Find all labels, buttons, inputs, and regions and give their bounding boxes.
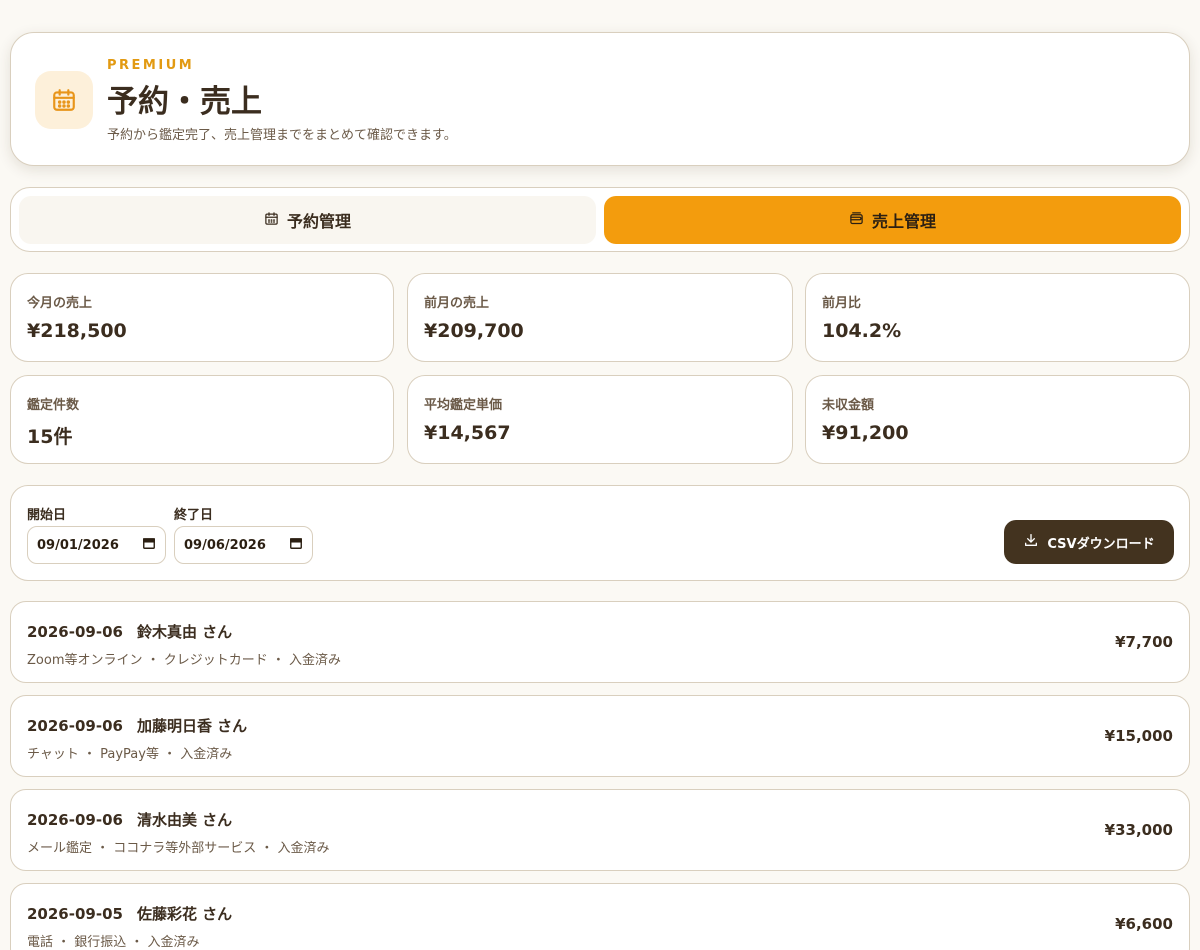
date-filter-panel: 開始日 09/01/2026 終了日 09/06/2026 CSVダウンロード [10, 485, 1190, 581]
stat-value: 15件 [27, 426, 73, 448]
calendar-picker-icon[interactable] [142, 536, 156, 554]
stat-value: ¥209,700 [424, 320, 524, 342]
sales-row-title: 2026-09-05 佐藤彩花 さん [27, 903, 232, 924]
stat-value: ¥14,567 [424, 422, 511, 444]
sales-row[interactable]: 2026-09-06 加藤明日香 さん チャット ・ PayPay等 ・ 入金済み… [10, 695, 1190, 777]
sales-row[interactable]: 2026-09-05 佐藤彩花 さん 電話 ・ 銀行振込 ・ 入金済み ¥6,60… [10, 883, 1190, 950]
sales-row-title: 2026-09-06 鈴木真由 さん [27, 621, 232, 642]
sales-meta: 電話 ・ 銀行振込 ・ 入金済み [27, 935, 200, 950]
stat-value: ¥218,500 [27, 320, 127, 342]
stat-card-last-month: 前月の売上 ¥209,700 [407, 273, 793, 362]
sales-meta: メール鑑定 ・ ココナラ等外部サービス ・ 入金済み [27, 841, 330, 856]
stat-label: 前月比 [822, 296, 862, 311]
stat-value: ¥91,200 [822, 422, 909, 444]
premium-label: PREMIUM [107, 58, 195, 73]
sales-date: 2026-09-06 [27, 811, 123, 829]
stat-card-unpaid-amount: 未収金額 ¥91,200 [805, 375, 1190, 464]
stat-label: 未収金額 [822, 398, 875, 413]
sales-row[interactable]: 2026-09-06 清水由美 さん メール鑑定 ・ ココナラ等外部サービス ・ … [10, 789, 1190, 871]
sales-amount: ¥15,000 [1104, 727, 1173, 745]
sales-meta: チャット ・ PayPay等 ・ 入金済み [27, 747, 233, 762]
csv-download-label: CSVダウンロード [1047, 536, 1155, 552]
sales-row[interactable]: 2026-09-06 鈴木真由 さん Zoom等オンライン ・ クレジットカード … [10, 601, 1190, 683]
tab-sales[interactable]: 売上管理 [604, 196, 1181, 244]
stat-label: 今月の売上 [27, 296, 93, 311]
calendar-icon [264, 211, 279, 230]
customer-name: 加藤明日香 さん [136, 717, 248, 735]
stat-label: 平均鑑定単価 [424, 398, 503, 413]
stat-card-average-price: 平均鑑定単価 ¥14,567 [407, 375, 793, 464]
tab-sales-label: 売上管理 [871, 212, 936, 231]
download-icon [1023, 532, 1039, 552]
sales-date: 2026-09-05 [27, 905, 123, 923]
calendar-picker-icon[interactable] [289, 536, 303, 554]
stat-card-this-month: 今月の売上 ¥218,500 [10, 273, 394, 362]
stat-label: 前月の売上 [424, 296, 490, 311]
customer-name: 鈴木真由 さん [136, 623, 233, 641]
end-date-label: 終了日 [174, 508, 214, 523]
stat-label: 鑑定件数 [27, 398, 80, 413]
end-date-value: 09/06/2026 [184, 537, 266, 553]
start-date-label: 開始日 [27, 508, 67, 523]
tab-reservations[interactable]: 予約管理 [19, 196, 596, 244]
sales-row-title: 2026-09-06 清水由美 さん [27, 809, 232, 830]
sales-amount: ¥33,000 [1104, 821, 1173, 839]
end-date-input[interactable]: 09/06/2026 [174, 526, 313, 564]
start-date-input[interactable]: 09/01/2026 [27, 526, 166, 564]
page-header: PREMIUM 予約・売上 予約から鑑定完了、売上管理までをまとめて確認できます… [10, 32, 1190, 166]
sales-meta: Zoom等オンライン ・ クレジットカード ・ 入金済み [27, 653, 342, 668]
tab-reservations-label: 予約管理 [286, 212, 351, 231]
customer-name: 佐藤彩花 さん [136, 905, 233, 923]
customer-name: 清水由美 さん [136, 811, 233, 829]
calendar-icon [35, 71, 93, 129]
stat-value: 104.2% [822, 320, 902, 342]
tab-bar: 予約管理 売上管理 [10, 187, 1190, 252]
sales-date: 2026-09-06 [27, 717, 123, 735]
start-date-value: 09/01/2026 [37, 537, 119, 553]
sales-row-title: 2026-09-06 加藤明日香 さん [27, 715, 247, 736]
sales-date: 2026-09-06 [27, 623, 123, 641]
page-title: 予約・売上 [107, 84, 262, 120]
sales-amount: ¥7,700 [1115, 633, 1173, 651]
stat-card-reading-count: 鑑定件数 15件 [10, 375, 394, 464]
sales-amount: ¥6,600 [1115, 915, 1173, 933]
csv-download-button[interactable]: CSVダウンロード [1004, 520, 1174, 564]
wallet-icon [849, 211, 864, 230]
page-description: 予約から鑑定完了、売上管理までをまとめて確認できます。 [107, 128, 457, 143]
stat-card-mom-ratio: 前月比 104.2% [805, 273, 1190, 362]
